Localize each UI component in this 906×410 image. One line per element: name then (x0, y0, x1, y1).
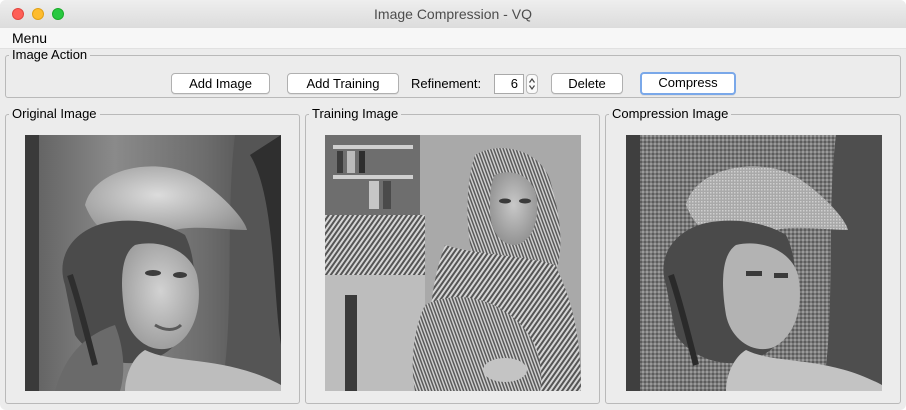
add-training-button[interactable]: Add Training (287, 73, 399, 94)
title-bar: Image Compression - VQ (0, 0, 906, 29)
image-action-legend: Image Action (12, 47, 88, 62)
menu-bar: Menu (0, 28, 906, 49)
window-title: Image Compression - VQ (374, 6, 532, 22)
add-image-button[interactable]: Add Image (171, 73, 270, 94)
spinner-down-icon[interactable] (529, 85, 535, 91)
training-image (325, 135, 581, 391)
refinement-stepper[interactable] (526, 74, 538, 94)
spinner-up-icon[interactable] (529, 77, 535, 83)
training-image-legend: Training Image (312, 106, 399, 121)
refinement-input[interactable]: 6 (494, 74, 524, 94)
compression-image-legend: Compression Image (612, 106, 729, 121)
original-image-legend: Original Image (12, 106, 97, 121)
compress-button[interactable]: Compress (640, 72, 736, 95)
compression-image (626, 135, 882, 391)
delete-button[interactable]: Delete (551, 73, 623, 94)
original-image (25, 135, 281, 391)
menu-item-menu[interactable]: Menu (12, 28, 47, 48)
app-window: Image Compression - VQ Menu Image Action… (0, 0, 906, 410)
refinement-label: Refinement: (411, 76, 482, 91)
